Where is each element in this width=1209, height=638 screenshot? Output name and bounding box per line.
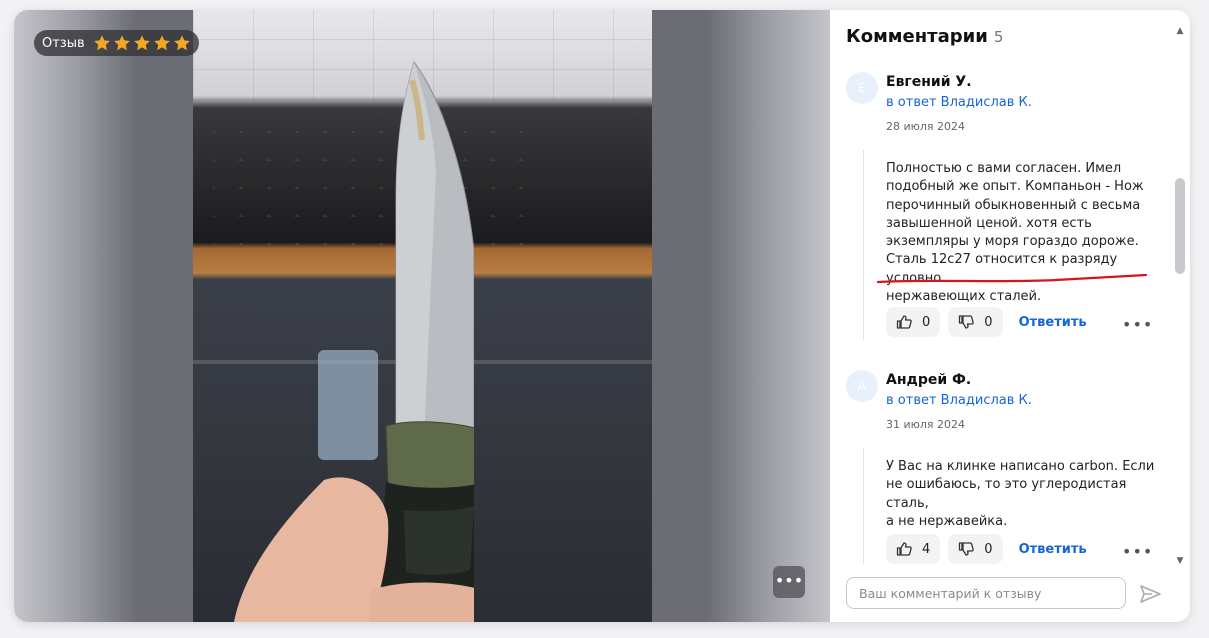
- reply-button[interactable]: Ответить: [1019, 315, 1087, 330]
- reply-to-link[interactable]: в ответ Владислав К.: [886, 393, 1032, 408]
- dislike-button[interactable]: 0: [948, 534, 1003, 564]
- comment-actions: 0 0 Ответить: [886, 307, 1087, 337]
- comment-text-line: У Вас на клинке написано carbon. Если: [886, 459, 1155, 474]
- avatar[interactable]: Е: [846, 72, 878, 104]
- thumbs-down-icon: [959, 542, 975, 556]
- like-count: 0: [922, 314, 931, 330]
- comment-text-line: нержавеющих сталей.: [886, 289, 1042, 305]
- like-count: 4: [922, 541, 931, 557]
- rating-stars: [93, 34, 191, 52]
- comment-date: 31 июля 2024: [886, 418, 966, 431]
- like-button[interactable]: 4: [886, 534, 941, 564]
- more-options-icon[interactable]: •••: [1122, 315, 1153, 334]
- review-modal: Отзыв ••• Комментарии 5 Е Евгений У. в о…: [14, 10, 1190, 622]
- comment-text-line: Полностью с вами согласен. Имел: [886, 161, 1122, 176]
- comment-author[interactable]: Андрей Ф.: [886, 372, 971, 388]
- scroll-down-icon[interactable]: ▼: [1175, 556, 1185, 566]
- comments-panel: Комментарии 5 Е Евгений У. в ответ Влади…: [830, 10, 1190, 622]
- like-button[interactable]: 0: [886, 307, 941, 337]
- comment-actions: 4 0 Ответить: [886, 534, 1087, 564]
- media-viewer: Отзыв •••: [14, 10, 830, 622]
- star-icon: [93, 35, 110, 51]
- thumbs-up-icon: [896, 315, 912, 329]
- thumbs-down-icon: [959, 315, 975, 329]
- comment-author[interactable]: Евгений У.: [886, 74, 972, 90]
- send-icon[interactable]: [1136, 580, 1164, 608]
- review-rating-badge: Отзыв: [34, 30, 199, 56]
- thumbs-up-icon: [896, 542, 912, 556]
- comment-text-line: не ошибаюсь, то это углеродистая сталь,: [886, 477, 1127, 511]
- comment-input[interactable]: [847, 578, 1125, 608]
- star-icon: [173, 35, 190, 51]
- dislike-count: 0: [984, 314, 993, 330]
- comment-text-line: подобный же опыт. Компаньон - Нож: [886, 179, 1144, 195]
- thread-line: [863, 448, 864, 564]
- star-icon: [153, 35, 170, 51]
- star-icon: [133, 35, 150, 51]
- comment-text-line: а не нержавейка.: [886, 513, 1008, 529]
- comment-date: 28 июля 2024: [886, 120, 966, 133]
- comment-text-line: перочинный обыкновенный с весьма: [886, 197, 1141, 213]
- reply-button[interactable]: Ответить: [1019, 542, 1087, 557]
- comment-composer: [846, 577, 1126, 609]
- review-label: Отзыв: [42, 35, 85, 51]
- thread-line: [863, 150, 864, 340]
- red-underline-annotation: [876, 273, 1148, 284]
- scroll-thumb[interactable]: [1175, 178, 1185, 274]
- comments-count: 5: [993, 28, 1004, 46]
- comments-scrollbar[interactable]: ▲ ▼: [1172, 24, 1188, 568]
- comment-text-line: экземпляры у моря гораздо дороже.: [886, 234, 1139, 250]
- comments-title: Комментарии: [846, 26, 988, 47]
- dislike-count: 0: [984, 541, 993, 557]
- media-more-button[interactable]: •••: [773, 566, 805, 598]
- comments-list[interactable]: Е Евгений У. в ответ Владислав К. 28 июл…: [830, 66, 1172, 564]
- knife-photo-icon: [234, 60, 474, 622]
- comment-text-line: завышенной ценой. хотя есть: [886, 215, 1092, 231]
- reply-to-link[interactable]: в ответ Владислав К.: [886, 95, 1032, 110]
- scroll-up-icon[interactable]: ▲: [1175, 26, 1185, 36]
- dislike-button[interactable]: 0: [948, 307, 1003, 337]
- star-icon: [113, 35, 130, 51]
- comments-header: Комментарии 5: [846, 26, 1003, 47]
- comment-text: У Вас на клинке написано carbon. Если не…: [886, 458, 1158, 531]
- more-options-icon[interactable]: •••: [1122, 542, 1153, 561]
- avatar[interactable]: А: [846, 370, 878, 402]
